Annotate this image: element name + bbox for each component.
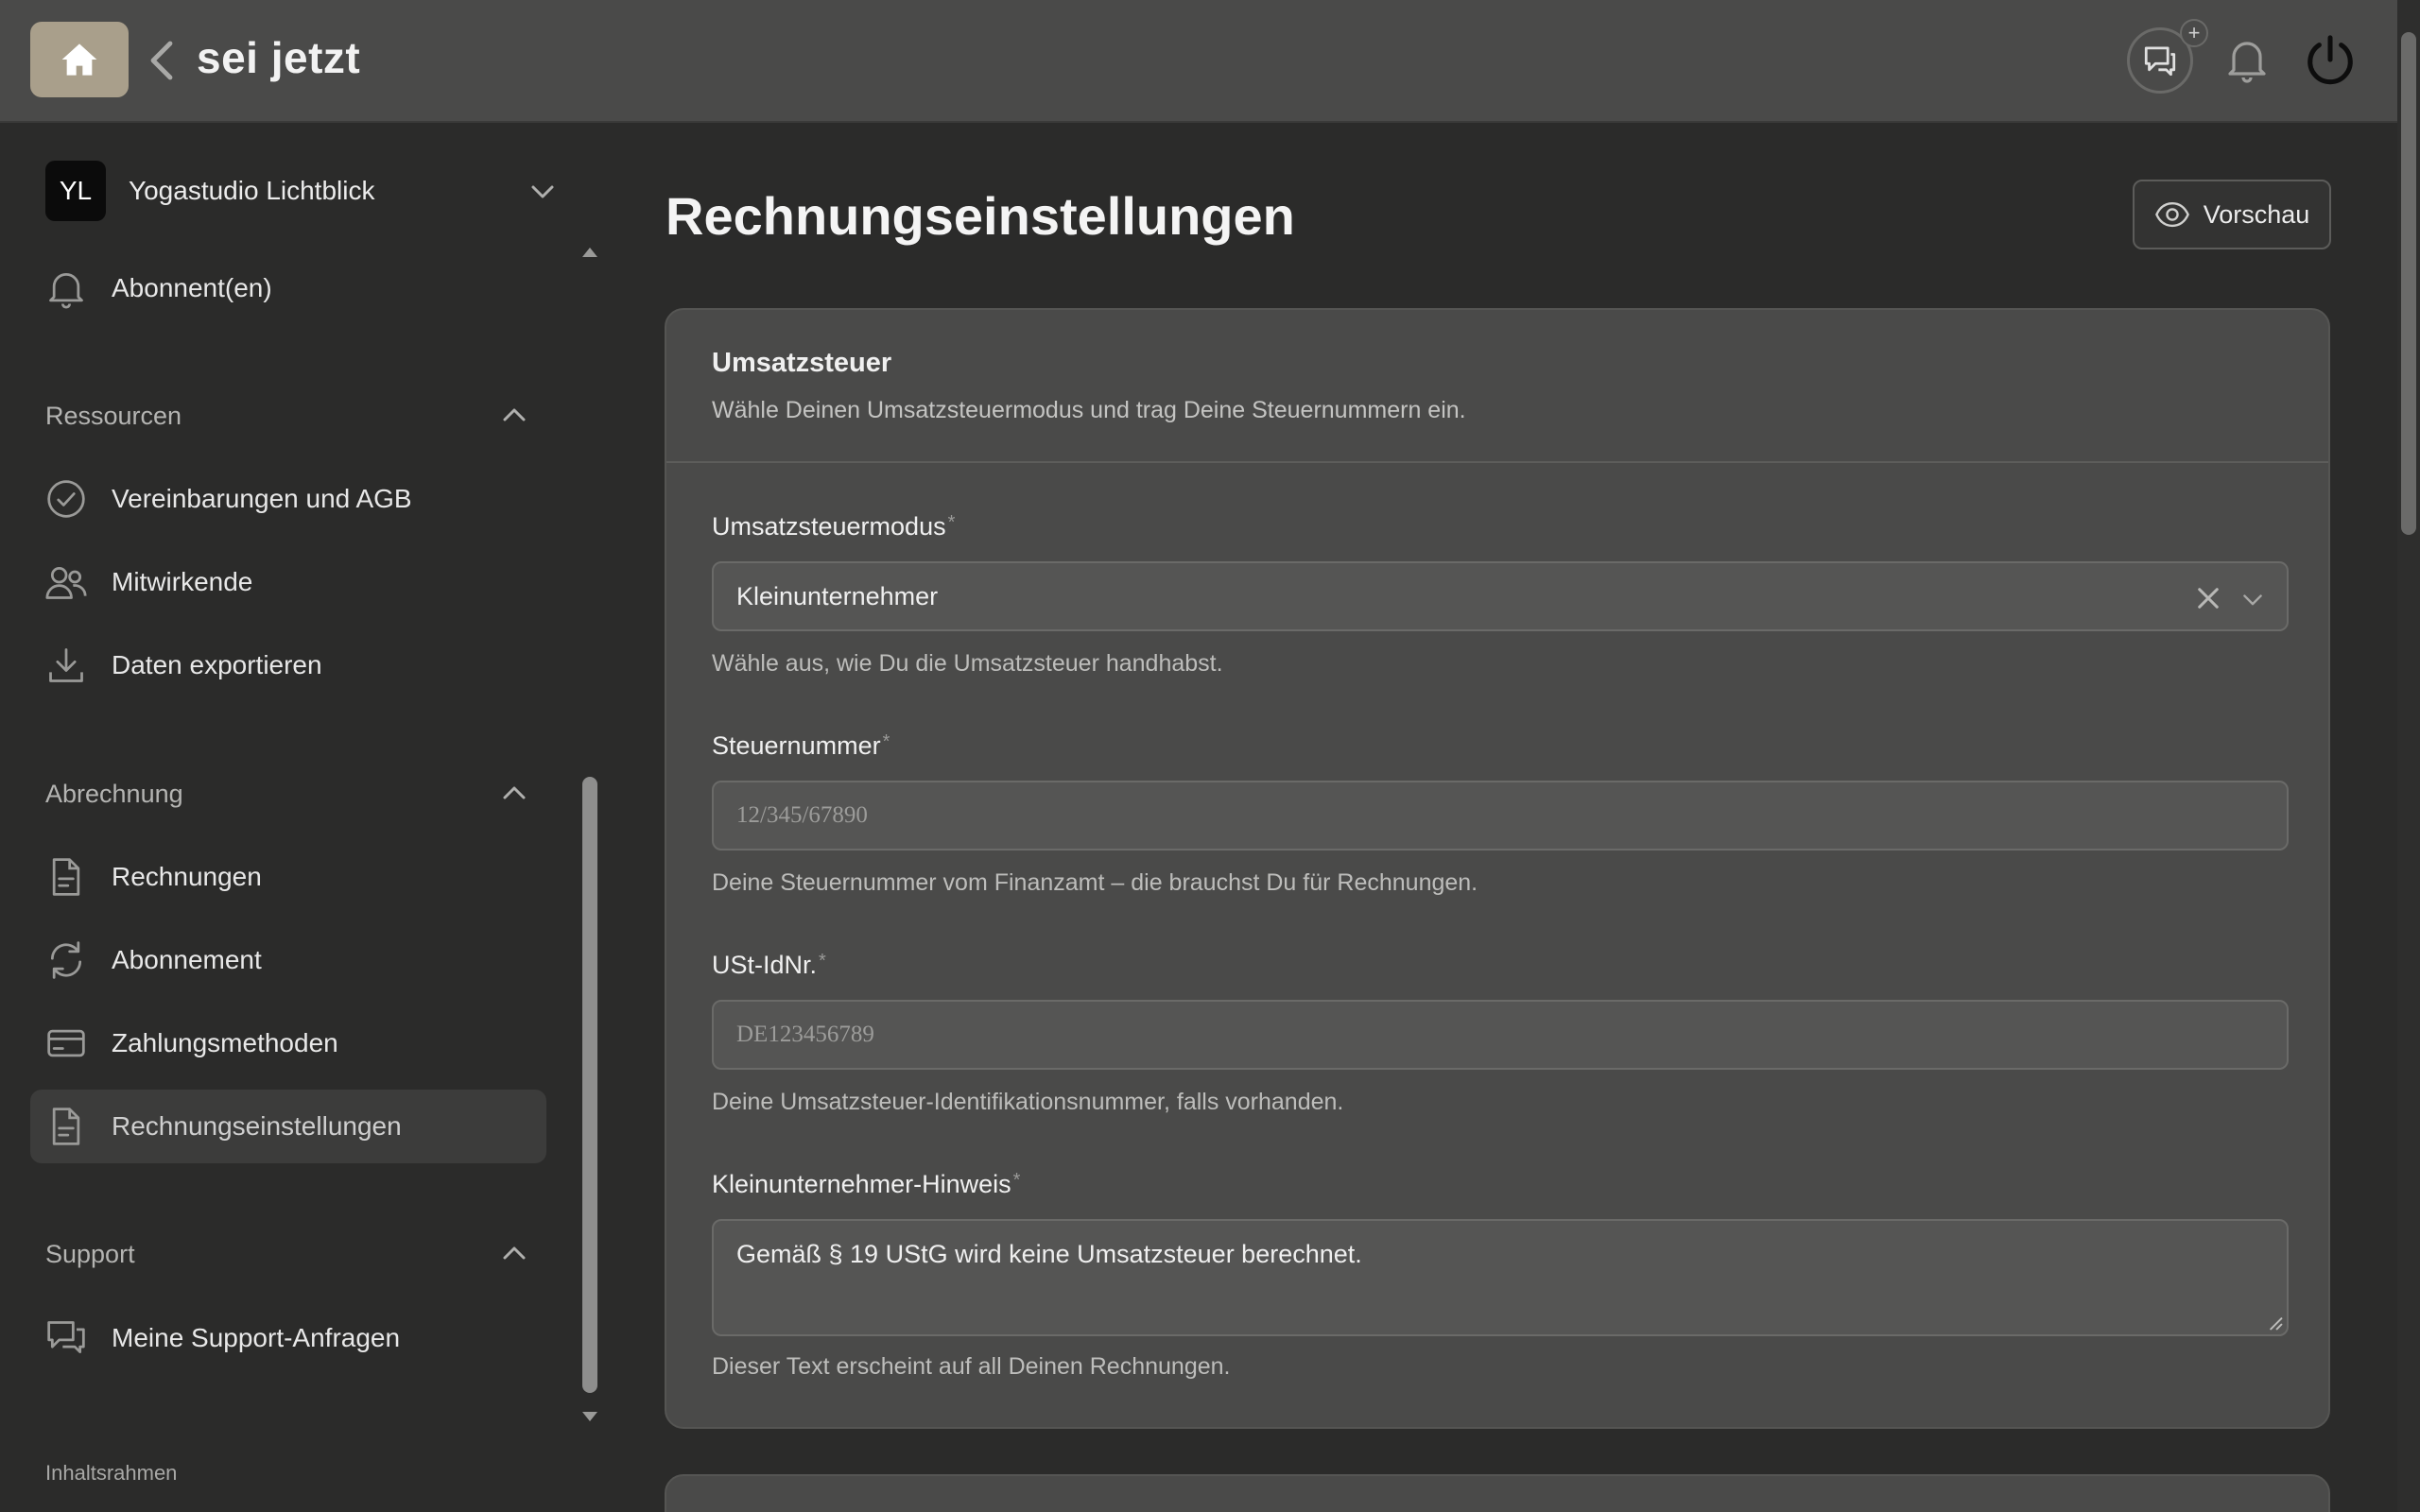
section-header-resources[interactable]: Ressourcen	[45, 397, 527, 435]
select-value: Kleinunternehmer	[736, 581, 939, 610]
section-label: Abrechnung	[45, 779, 183, 808]
field-label-text: USt-IdNr.	[712, 951, 818, 979]
sidebar-item-label: Abonnent(en)	[112, 273, 272, 302]
chevron-up-icon	[503, 408, 526, 421]
chevron-left-icon[interactable]	[147, 40, 176, 81]
card-divider	[666, 461, 2328, 463]
sidebar-item-label: Zahlungsmethoden	[112, 1028, 338, 1057]
chat-icon	[47, 1321, 85, 1354]
sidebar-scroll-up-arrow[interactable]	[580, 244, 599, 259]
chat-plus-icon	[2144, 46, 2176, 77]
preview-button[interactable]: Vorschau	[2133, 180, 2331, 249]
sidebar-item-label: Meine Support-Anfragen	[112, 1323, 401, 1352]
card-title: Umsatzsteuer	[712, 348, 892, 378]
chat-plus-badge: +	[2180, 19, 2208, 47]
resize-handle-icon[interactable]	[2268, 1315, 2283, 1331]
org-avatar: YL	[45, 161, 106, 221]
small-business-note-textarea[interactable]: Gemäß § 19 UStG wird keine Umsatzsteuer …	[712, 1219, 2289, 1336]
sidebar-item-subscription[interactable]: Abonnement	[30, 923, 546, 997]
tax-number-label: Steuernummer *	[712, 731, 890, 761]
document-icon	[52, 1108, 80, 1145]
sidebar-item-export-data[interactable]: Daten exportieren	[30, 628, 546, 702]
section-label: Support	[45, 1239, 135, 1268]
power-icon[interactable]	[2303, 34, 2358, 89]
input-placeholder: 12/345/67890	[736, 802, 868, 828]
credit-card-icon	[47, 1029, 85, 1057]
sidebar-item-label: Mitwirkende	[112, 567, 253, 596]
page-scrollbar-thumb[interactable]	[2401, 32, 2416, 535]
organization-switcher[interactable]: YL Yogastudio Lichtblick	[45, 161, 556, 221]
required-marker: *	[947, 512, 956, 533]
required-marker: *	[819, 951, 826, 971]
chevron-up-icon	[503, 786, 526, 799]
home-icon	[61, 43, 97, 76]
field-label-text: Kleinunternehmer-Hinweis	[712, 1170, 1011, 1198]
sidebar-item-label: Rechnungen	[112, 862, 262, 891]
section-label: Ressourcen	[45, 401, 182, 430]
users-icon	[45, 566, 87, 599]
card-description: Wähle Deinen Umsatzsteuermodus und trag …	[712, 397, 1466, 423]
sidebar-item-invoices[interactable]: Rechnungen	[30, 840, 546, 914]
sidebar-item-label: Abonnement	[112, 945, 262, 974]
sidebar-scrollbar-thumb[interactable]	[582, 777, 597, 1393]
chevron-down-icon[interactable]	[529, 178, 556, 204]
sidebar-item-invoice-settings[interactable]: Rechnungseinstellungen	[30, 1090, 546, 1163]
clear-icon[interactable]	[2196, 586, 2221, 610]
org-name: Yogastudio Lichtblick	[129, 176, 375, 205]
check-circle-icon	[47, 480, 85, 518]
refresh-icon	[50, 941, 82, 979]
sidebar-item-label: Vereinbarungen und AGB	[112, 484, 412, 513]
small-business-note-label: Kleinunternehmer-Hinweis *	[712, 1170, 1020, 1199]
sidebar-item-subscribers[interactable]: Abonnent(en)	[30, 251, 546, 325]
required-marker: *	[1012, 1170, 1021, 1191]
page-title: Rechnungseinstellungen	[666, 186, 1295, 246]
required-marker: *	[882, 731, 890, 752]
input-placeholder: DE123456789	[736, 1022, 874, 1047]
section-header-billing[interactable]: Abrechnung	[45, 775, 527, 813]
field-label-text: Umsatzsteuermodus	[712, 512, 946, 541]
sidebar-item-label: Rechnungseinstellungen	[112, 1111, 402, 1141]
vat-id-help: Deine Umsatzsteuer-Identifikationsnummer…	[712, 1089, 1344, 1115]
sidebar-scroll-down-arrow[interactable]	[580, 1410, 599, 1425]
brand-logo[interactable]: sei jetzt	[197, 32, 360, 83]
next-settings-card	[665, 1474, 2330, 1512]
vat-mode-help: Wähle aus, wie Du die Umsatzsteuer handh…	[712, 650, 1223, 677]
preview-button-label: Vorschau	[2203, 199, 2310, 229]
sidebar-item-contributors[interactable]: Mitwirkende	[30, 545, 546, 619]
sidebar-footer-label: Inhaltsrahmen	[45, 1461, 178, 1485]
download-icon	[49, 648, 83, 682]
chevron-down-icon[interactable]	[2241, 588, 2264, 610]
vat-mode-select[interactable]: Kleinunternehmer	[712, 561, 2289, 631]
sidebar: YL Yogastudio Lichtblick Abonnent(en) Re…	[0, 125, 605, 1512]
sidebar-item-label: Daten exportieren	[112, 650, 322, 679]
vat-settings-card: Umsatzsteuer Wähle Deinen Umsatzsteuermo…	[665, 308, 2330, 1429]
textarea-value: Gemäß § 19 UStG wird keine Umsatzsteuer …	[736, 1240, 1362, 1268]
vat-mode-label: Umsatzsteuermodus *	[712, 512, 955, 541]
top-bar: sei jetzt +	[0, 0, 2397, 123]
field-label-text: Steuernummer	[712, 731, 881, 760]
vat-id-label: USt-IdNr. *	[712, 951, 826, 980]
eye-icon	[2154, 201, 2189, 228]
chevron-up-icon	[503, 1246, 526, 1260]
document-icon	[52, 858, 80, 896]
sidebar-item-agreements[interactable]: Vereinbarungen und AGB	[30, 462, 546, 536]
bell-icon	[49, 272, 83, 309]
small-business-note-help: Dieser Text erscheint auf all Deinen Rec…	[712, 1353, 1231, 1380]
section-header-support[interactable]: Support	[45, 1235, 527, 1273]
sidebar-item-support-requests[interactable]: Meine Support-Anfragen	[30, 1301, 546, 1375]
bell-icon[interactable]	[2226, 38, 2268, 83]
home-button[interactable]	[30, 22, 129, 97]
tax-number-help: Deine Steuernummer vom Finanzamt – die b…	[712, 869, 1478, 896]
vat-id-input[interactable]: DE123456789	[712, 1000, 2289, 1070]
tax-number-input[interactable]: 12/345/67890	[712, 781, 2289, 850]
sidebar-item-payment-methods[interactable]: Zahlungsmethoden	[30, 1006, 546, 1080]
